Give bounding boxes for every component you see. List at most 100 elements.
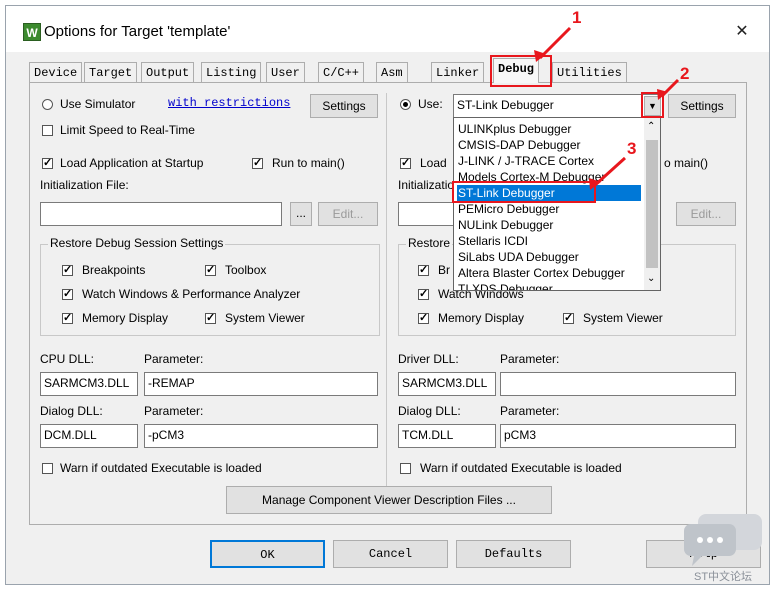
toolbox-label: Toolbox (225, 263, 267, 277)
dropdown-scroll-thumb[interactable] (646, 140, 658, 268)
tab-linker[interactable]: Linker (431, 62, 485, 82)
tab-output[interactable]: Output (141, 62, 195, 82)
memory-display-label: Memory Display (82, 311, 169, 325)
window-title: Options for Target 'template' (44, 23, 231, 40)
scroll-up-icon[interactable]: ⌃ (647, 121, 655, 132)
dropdown-item[interactable]: NULink Debugger (457, 217, 641, 233)
annotation-box-dropdown-arrow (641, 92, 664, 118)
dropdown-item[interactable]: Altera Blaster Cortex Debugger (457, 265, 641, 281)
right-dialog-dll-field[interactable]: TCM.DLL (398, 424, 496, 448)
right-run-to-main-label: o main() (664, 156, 709, 170)
dropdown-item[interactable]: SiLabs UDA Debugger (457, 249, 641, 265)
toolbox-checkbox[interactable]: ✓ (205, 265, 216, 276)
right-warn-outdated-checkbox[interactable] (400, 463, 411, 474)
tab-user[interactable]: User (266, 62, 305, 82)
with-restrictions-link[interactable]: with restrictions (168, 96, 290, 110)
right-init-file-field[interactable] (398, 202, 456, 226)
dropdown-item[interactable]: J-LINK / J-TRACE Cortex (457, 153, 641, 169)
use-debugger-label: Use: (418, 97, 443, 111)
dropdown-item[interactable]: Stellaris ICDI (457, 233, 641, 249)
dropdown-item[interactable]: CMSIS-DAP Debugger (457, 137, 641, 153)
load-application-checkbox[interactable]: ✓ (42, 158, 53, 169)
ok-button[interactable]: OK (210, 540, 325, 568)
tab-device[interactable]: Device (29, 62, 83, 82)
manage-component-viewer-button[interactable]: Manage Component Viewer Description File… (226, 486, 552, 514)
right-memory-display-checkbox[interactable]: ✓ (418, 313, 429, 324)
use-simulator-label: Use Simulator (60, 97, 136, 111)
close-icon[interactable]: ✕ (728, 20, 756, 44)
annotation-number-3: 3 (627, 139, 637, 158)
limit-speed-label: Limit Speed to Real-Time (60, 123, 195, 137)
use-debugger-radio[interactable] (400, 99, 411, 110)
right-load-application-checkbox[interactable]: ✓ (400, 158, 411, 169)
dialog-param-field[interactable]: -pCM3 (144, 424, 378, 448)
watermark-text: ST中文论坛 (694, 571, 753, 583)
right-load-application-label: Load (420, 156, 447, 170)
tab-target[interactable]: Target (84, 62, 138, 82)
driver-param-field[interactable] (500, 372, 736, 396)
driver-dll-label: Driver DLL: (398, 352, 459, 366)
right-memory-display-label: Memory Display (438, 311, 525, 325)
right-init-file-edit-button[interactable]: Edit... (676, 202, 736, 226)
restore-settings-title: Restore Debug Session Settings (48, 236, 226, 250)
right-watch-windows-checkbox[interactable]: ✓ (418, 289, 429, 300)
system-viewer-label: System Viewer (225, 311, 305, 325)
debugger-select[interactable]: ST-Link Debugger (453, 94, 663, 118)
breakpoints-label: Breakpoints (82, 263, 146, 277)
system-viewer-checkbox[interactable]: ✓ (205, 313, 216, 324)
st-forum-watermark: ST中文论坛 (680, 510, 770, 583)
init-file-label: Initialization File: (40, 178, 129, 192)
tab-listing[interactable]: Listing (201, 62, 262, 82)
annotation-number-2: 2 (680, 64, 690, 83)
warn-outdated-checkbox[interactable] (42, 463, 53, 474)
right-dialog-param-label: Parameter: (500, 404, 560, 418)
dropdown-item[interactable]: PEMicro Debugger (457, 201, 641, 217)
right-dialog-dll-label: Dialog DLL: (398, 404, 461, 418)
dialog-param-label: Parameter: (144, 404, 204, 418)
right-breakpoints-label: Br (438, 263, 450, 277)
warn-outdated-label: Warn if outdated Executable is loaded (60, 461, 262, 475)
load-application-label: Load Application at Startup (60, 156, 204, 170)
annotation-box-stlink-item (452, 181, 596, 203)
column-divider (386, 93, 387, 488)
annotation-number-1: 1 (572, 8, 582, 27)
driver-param-label: Parameter: (500, 352, 560, 366)
annotation-box-debug-tab (490, 55, 552, 87)
init-file-browse-button[interactable]: ... (290, 202, 312, 226)
memory-display-checkbox[interactable]: ✓ (62, 313, 73, 324)
keil-app-icon: W (23, 23, 41, 41)
cancel-button[interactable]: Cancel (333, 540, 448, 568)
dialog-dll-label: Dialog DLL: (40, 404, 103, 418)
defaults-button[interactable]: Defaults (456, 540, 571, 568)
run-to-main-label: Run to main() (272, 156, 345, 170)
watch-windows-checkbox[interactable]: ✓ (62, 289, 73, 300)
breakpoints-checkbox[interactable]: ✓ (62, 265, 73, 276)
right-dialog-param-field[interactable]: pCM3 (500, 424, 736, 448)
cpu-dll-field[interactable]: SARMCM3.DLL (40, 372, 138, 396)
tab-asm[interactable]: Asm (376, 62, 408, 82)
cpu-param-field[interactable]: -REMAP (144, 372, 378, 396)
dialog-dll-field[interactable]: DCM.DLL (40, 424, 138, 448)
right-system-viewer-label: System Viewer (583, 311, 663, 325)
right-init-file-label: Initializatio (398, 178, 455, 192)
use-simulator-radio[interactable] (42, 99, 53, 110)
dropdown-item[interactable]: ULINKplus Debugger (457, 121, 641, 137)
limit-speed-checkbox[interactable] (42, 125, 53, 136)
right-breakpoints-checkbox[interactable]: ✓ (418, 265, 429, 276)
init-file-field[interactable] (40, 202, 282, 226)
right-restore-settings-title: Restore (406, 236, 453, 250)
dropdown-item[interactable]: TI XDS Debugger (457, 281, 641, 290)
cpu-dll-label: CPU DLL: (40, 352, 95, 366)
tab-utilities[interactable]: Utilities (552, 62, 627, 82)
cpu-param-label: Parameter: (144, 352, 204, 366)
debugger-settings-button[interactable]: Settings (668, 94, 736, 118)
scroll-down-icon[interactable]: ⌄ (647, 273, 655, 284)
tab-c-cpp[interactable]: C/C++ (318, 62, 365, 82)
right-system-viewer-checkbox[interactable]: ✓ (563, 313, 574, 324)
chat-bubble-icon (684, 514, 762, 566)
simulator-settings-button[interactable]: Settings (310, 94, 378, 118)
run-to-main-checkbox[interactable]: ✓ (252, 158, 263, 169)
driver-dll-field[interactable]: SARMCM3.DLL (398, 372, 496, 396)
init-file-edit-button[interactable]: Edit... (318, 202, 378, 226)
watch-windows-label: Watch Windows & Performance Analyzer (82, 287, 301, 301)
